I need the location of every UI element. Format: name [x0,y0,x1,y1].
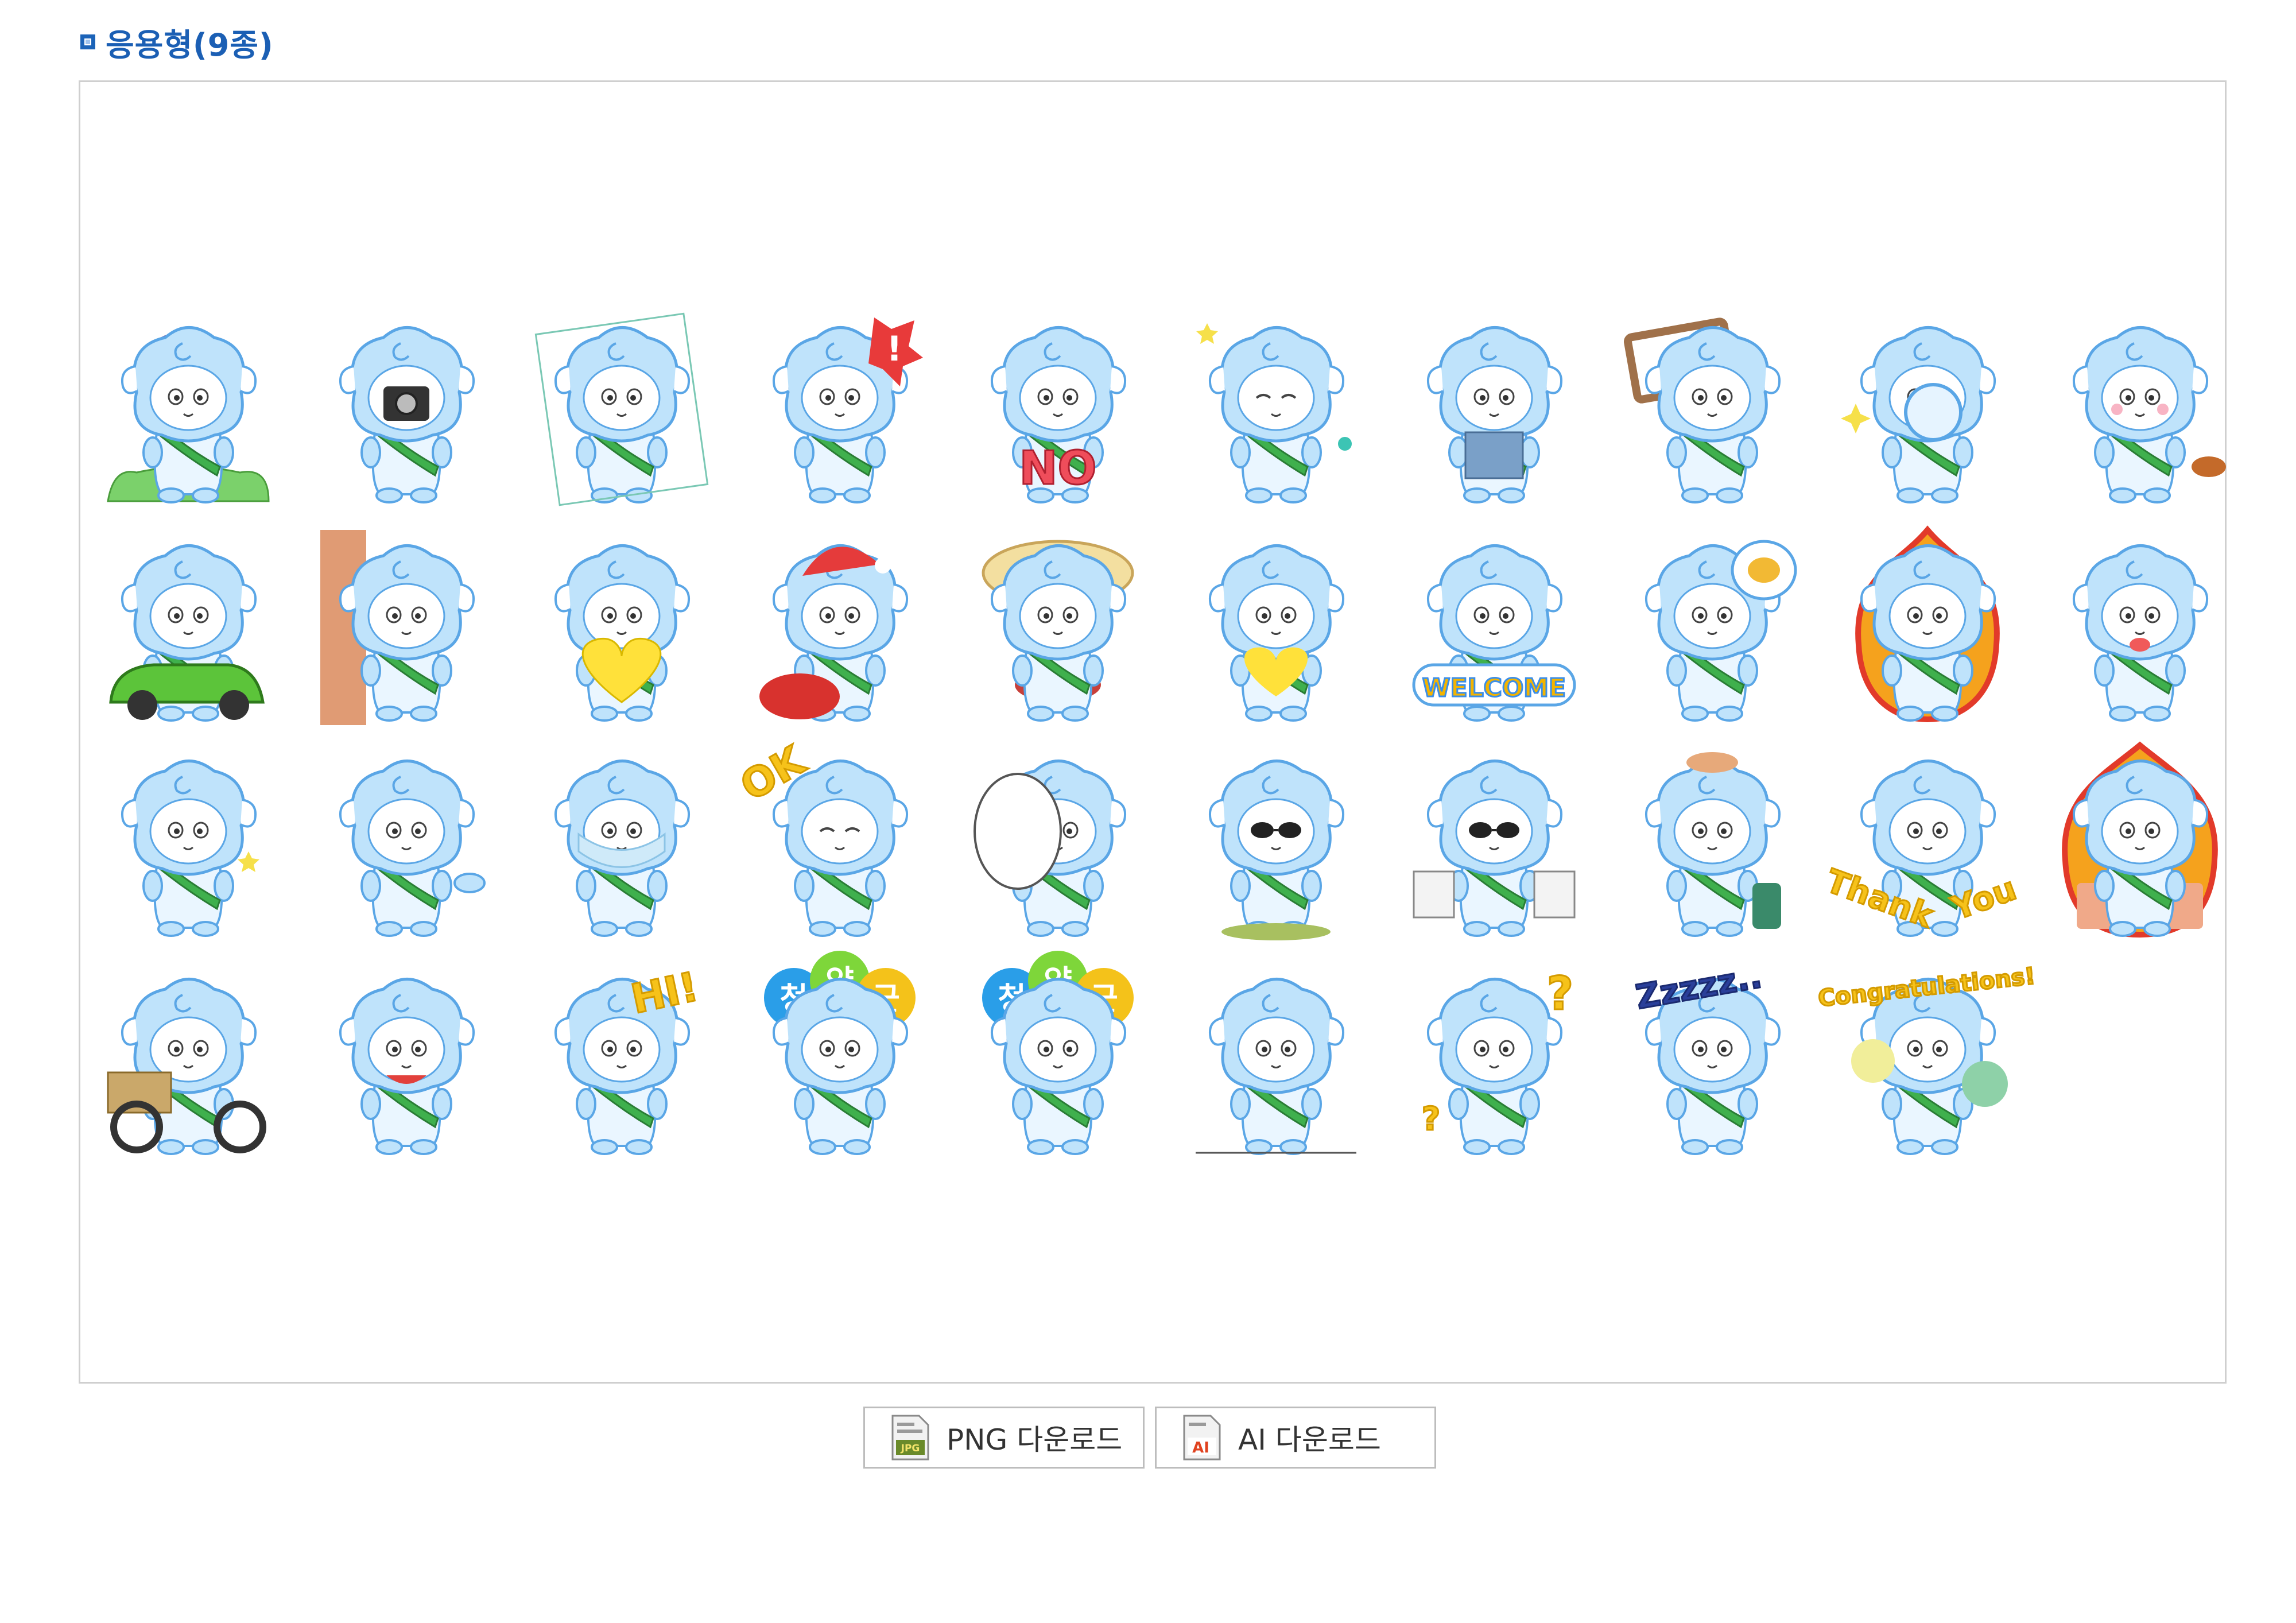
sticker-character-image [974,760,1126,937]
sticker-character-image [1427,326,1562,503]
svg-text:?: ? [1547,967,1573,1020]
sticker-character-image [339,326,475,503]
sticker-character-image [2073,326,2226,503]
sticker-character-image: Thank You [1820,760,2022,937]
sticker-item [1841,312,2014,507]
sticker-item [1841,525,2014,725]
svg-text:?: ? [1422,1101,1440,1138]
sticker-item [534,312,709,507]
sticker-item: WELCOME [1408,530,1580,725]
image-file-icon: JPG [891,1415,929,1461]
sticker-character-image: ! [773,317,923,503]
sticker-character-image [759,544,908,722]
sticker-character-image: HI! [554,962,703,1155]
sticker-character-image [107,326,270,503]
sticker-character-image [1196,978,1356,1155]
sticker-item [972,745,1144,940]
sticker-item [1190,312,1362,507]
sticker-character-image [1645,752,1781,937]
sticker-item [320,312,492,507]
sticker-character-image: WELCOME [1412,544,1576,722]
svg-text:AI: AI [1192,1439,1209,1457]
sticker-character-image [339,760,486,937]
sticker-item: HI! [536,962,708,1159]
ai-file-icon: AI [1183,1415,1221,1461]
sticker-character-image [1855,525,2000,723]
sticker-character-image: 청양군 [982,951,1134,1155]
sticker-character-image: ?? [1421,966,1574,1155]
svg-text:!: ! [886,329,902,369]
sticker-character-image: 청양군 [764,951,916,1155]
section-header: 응용형(9종) [80,22,274,63]
sticker-character-image [1209,544,1344,722]
sticker-character-image: Zzzzz.. [1632,955,1781,1155]
sticker-character-image: OK [732,735,908,937]
sticker-character-image [320,530,475,725]
svg-text:HI!: HI! [627,963,702,1022]
sticker-item [1190,963,1362,1159]
sticker-item [320,745,492,940]
sticker-character-image: NO [991,326,1126,503]
sticker-character-image [554,760,690,937]
sticker-item [1190,530,1362,725]
sticker-gallery: ! NO WELCOME OK ThankYou HI! 청양군 청양군?? Zzzzz..Co… [79,80,2227,1384]
sticker-item [1626,745,1798,940]
sticker-character-image [1624,317,1781,503]
ai-download-label: AI 다운로드 [1238,1423,1381,1457]
sticker-item [1408,745,1580,940]
sticker-item [1626,530,1798,725]
sticker-item [102,312,274,507]
section-title: 응용형(9종) [106,26,274,63]
sticker-item: NO [972,312,1144,507]
sticker-item [1624,312,1798,507]
sticker-character-image: Congratulations! [1816,962,2037,1155]
sticker-item: ! [754,312,926,507]
sticker-item [1190,745,1362,940]
sticker-item: Thank You [1820,745,2022,940]
sticker-character-image [982,540,1134,722]
sticker-character-image [121,760,259,937]
sticker-character-image [2062,741,2218,938]
sticker-item: Zzzzz.. [1626,955,1798,1159]
square-bullet-icon [80,34,95,49]
sticker-item [102,745,274,940]
sticker-character-image [2073,544,2208,722]
sticker-item: 청양군 [972,951,1144,1159]
svg-text:WELCOME: WELCOME [1422,673,1566,703]
sticker-character-image [109,544,265,722]
svg-text:NO: NO [1019,441,1097,495]
sticker-item [2054,312,2226,507]
sticker-character-image [1196,323,1352,503]
download-buttons: JPG PNG 다운로드 AI AI 다운로드 [863,1407,1436,1469]
sticker-character-image [1413,760,1576,937]
sticker-item [320,963,492,1159]
sticker-item [536,745,708,940]
sticker-item [102,530,274,725]
sticker-character-image [1645,540,1797,722]
sticker-character-image [554,544,690,722]
sticker-item [2054,741,2226,940]
sticker-character-image [1209,760,1344,940]
sticker-character-image [339,978,475,1155]
sticker-item [972,530,1144,725]
sticker-item [102,963,274,1159]
sticker-character-image [107,978,266,1155]
sticker-item [2054,530,2226,725]
sticker-item: OK [732,735,926,940]
sticker-item [320,530,492,725]
sticker-item: 청양군 [754,951,926,1159]
sticker-character-image [534,312,709,506]
sticker-item [536,530,708,725]
sticker-item: ?? [1408,963,1580,1159]
png-download-label: PNG 다운로드 [947,1423,1123,1457]
sticker-item [754,530,926,725]
sticker-item: Congratulations! [1816,962,2037,1159]
sticker-item [1408,312,1580,507]
ai-download-button[interactable]: AI AI 다운로드 [1155,1407,1436,1469]
sticker-character-image [1841,326,1996,503]
png-download-button[interactable]: JPG PNG 다운로드 [863,1407,1145,1469]
svg-text:JPG: JPG [901,1443,920,1454]
